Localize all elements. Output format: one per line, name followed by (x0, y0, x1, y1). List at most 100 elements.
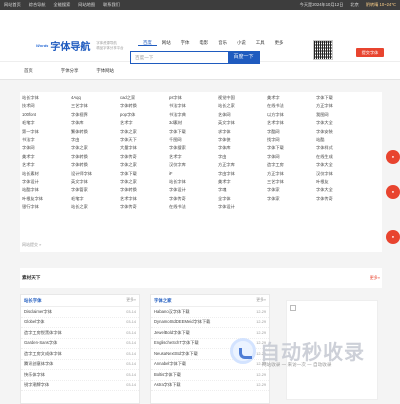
link-item[interactable]: 字体传奇 (120, 154, 169, 162)
search-tab[interactable]: 电影 (194, 39, 213, 46)
link-item[interactable]: 银行字体 (22, 204, 71, 212)
link-item[interactable]: 站长素材 (22, 171, 71, 179)
link-item[interactable]: 字体转换 (71, 154, 120, 162)
link-item[interactable]: 字由 (218, 154, 267, 162)
list-item[interactable]: 造字工房文成体字体 03-14 (21, 349, 139, 360)
link-item[interactable]: 站长之家 (71, 204, 120, 212)
list-item[interactable]: 造字工房悦黑体字体 03-14 (21, 328, 139, 339)
link-item[interactable]: 字体设计 (218, 204, 267, 212)
link-item[interactable]: 全字体 (218, 196, 267, 204)
link-item[interactable]: 英文字体 (71, 179, 120, 187)
link-item[interactable]: 字由 (71, 137, 120, 145)
list-item-name[interactable]: Astra字体下载 (154, 382, 256, 388)
link-item[interactable]: 艺术字体 (267, 120, 316, 128)
top-link[interactable]: 联系我们 (103, 2, 120, 8)
link-item[interactable]: 字体设计 (169, 187, 218, 195)
link-item[interactable]: 字体大全 (316, 162, 365, 170)
link-item[interactable]: 字体库 (218, 145, 267, 153)
link-item[interactable]: 求字体 (218, 129, 267, 137)
link-item[interactable]: cad之家 (120, 95, 169, 103)
link-item[interactable]: 字体下载 (120, 171, 169, 179)
link-item[interactable]: 在线生成 (316, 154, 365, 162)
list-item[interactable]: Habano汉字体下载 12-29 (151, 307, 269, 318)
link-item[interactable]: 字体之家 (120, 129, 169, 137)
link-item[interactable]: 英文字体 (218, 120, 267, 128)
float-top-icon[interactable]: ● (386, 230, 400, 244)
link-item[interactable]: 字体样式 (316, 145, 365, 153)
link-item[interactable]: 字体网 (22, 145, 71, 153)
list-item-name[interactable]: 快乐体字体 (24, 372, 126, 378)
card-title[interactable]: 字体之家 (154, 298, 172, 304)
link-item[interactable]: 繁体转换 (71, 129, 120, 137)
link-item[interactable]: 字体网 (267, 154, 316, 162)
link-item[interactable]: 字体之家 (120, 179, 169, 187)
link-item[interactable]: 字体转换 (120, 103, 169, 111)
link-item[interactable]: 艺术字 (22, 162, 71, 170)
link-item[interactable]: 汉仪字库 (169, 162, 218, 170)
link-item[interactable]: 字体天下 (120, 137, 169, 145)
list-item-name[interactable]: Boltis字体下载 (154, 372, 256, 378)
search-button[interactable]: 百度一下 (228, 52, 259, 63)
link-item[interactable]: 毛笔字 (71, 196, 120, 204)
link-item[interactable]: 方正字体 (316, 103, 365, 111)
link-item[interactable]: 字体下载 (169, 129, 218, 137)
list-item[interactable]: 快乐体字体 03-14 (21, 370, 139, 381)
link-item[interactable]: 字体设计 (22, 179, 71, 187)
list-item-name[interactable]: JewelBold字体下载 (154, 330, 256, 336)
link-item[interactable]: 字体家 (267, 196, 316, 204)
link-item[interactable]: 三艺字体 (71, 103, 120, 111)
link-item[interactable]: 美术字 (267, 95, 316, 103)
link-item[interactable]: 字体视界 (71, 112, 120, 120)
list-item[interactable]: Globel字体 03-14 (21, 318, 139, 328)
list-item-name[interactable]: Garden-Sans字体 (24, 340, 126, 346)
nav-item[interactable]: 字体分享 (61, 68, 79, 74)
float-red-icon[interactable]: ● (386, 150, 400, 164)
link-item[interactable]: 100font (22, 112, 71, 120)
card-title[interactable]: 站长字体 (24, 298, 42, 304)
link-item[interactable]: iF (169, 171, 218, 179)
list-item-name[interactable]: DynamoStdDEEMeid字体下载 (154, 319, 256, 325)
list-item[interactable]: DynamoStdDEEMeid字体下载 12-29 (151, 318, 269, 328)
float-share-icon[interactable]: ● (386, 185, 400, 199)
link-item[interactable]: 站酷 (316, 137, 365, 145)
link-item[interactable]: 字体管家 (71, 187, 120, 195)
list-item[interactable]: 腾讯创意体字体 03-14 (21, 360, 139, 370)
link-item[interactable]: 字体大全 (316, 120, 365, 128)
list-item-name[interactable]: 造字工房悦黑体字体 (24, 330, 126, 336)
search-tab[interactable]: 网站 (157, 39, 176, 46)
list-item[interactable]: Disclaimer字体 03-14 (21, 307, 139, 318)
list-item-name[interactable]: Globel字体 (24, 319, 126, 325)
link-item[interactable]: 字体之家 (120, 162, 169, 170)
link-item[interactable]: 叶根友 (316, 179, 365, 187)
link-item[interactable]: 视觉中国 (218, 95, 267, 103)
link-item[interactable]: ps字体 (169, 95, 218, 103)
link-item[interactable]: 书法字典 (169, 112, 218, 120)
nav-item[interactable]: 首页 (24, 68, 33, 74)
link-item[interactable]: 站长字体 (169, 179, 218, 187)
link-item[interactable]: 字体搜索 (169, 145, 218, 153)
list-item[interactable]: Astra字体下载 12-29 (151, 381, 269, 391)
link-item[interactable]: 书法字 (22, 137, 71, 145)
search-tab[interactable]: 工具 (251, 39, 270, 46)
list-item-name[interactable]: Disclaimer字体 (24, 309, 126, 315)
link-item[interactable]: 造字工房 (267, 162, 316, 170)
link-item[interactable]: 字体传奇 (169, 196, 218, 204)
link-item[interactable]: 艺术字体 (120, 196, 169, 204)
link-item[interactable]: 千图网 (169, 137, 218, 145)
link-item[interactable]: 字体安装 (316, 129, 365, 137)
link-item[interactable]: 设计师字体 (71, 171, 120, 179)
link-item[interactable]: 字体侠 (218, 137, 267, 145)
link-item[interactable]: 叶根友字体 (22, 196, 71, 204)
link-item[interactable]: 3d素材 (169, 120, 218, 128)
link-item[interactable]: 在线书法 (267, 103, 316, 111)
link-item[interactable]: 字酷网 (267, 129, 316, 137)
top-link[interactable]: 全能搜索 (54, 2, 71, 8)
link-item[interactable]: 方正字体 (267, 171, 316, 179)
link-item[interactable]: 字体大全 (316, 187, 365, 195)
link-item[interactable]: 字体下载 (267, 145, 316, 153)
search-tab[interactable]: 音乐 (213, 39, 232, 46)
link-item[interactable]: 字体传奇 (120, 204, 169, 212)
section-more-link[interactable]: 更多» (370, 275, 380, 281)
link-item[interactable]: 美术字 (218, 179, 267, 187)
link-item[interactable]: 字由字体 (218, 171, 267, 179)
